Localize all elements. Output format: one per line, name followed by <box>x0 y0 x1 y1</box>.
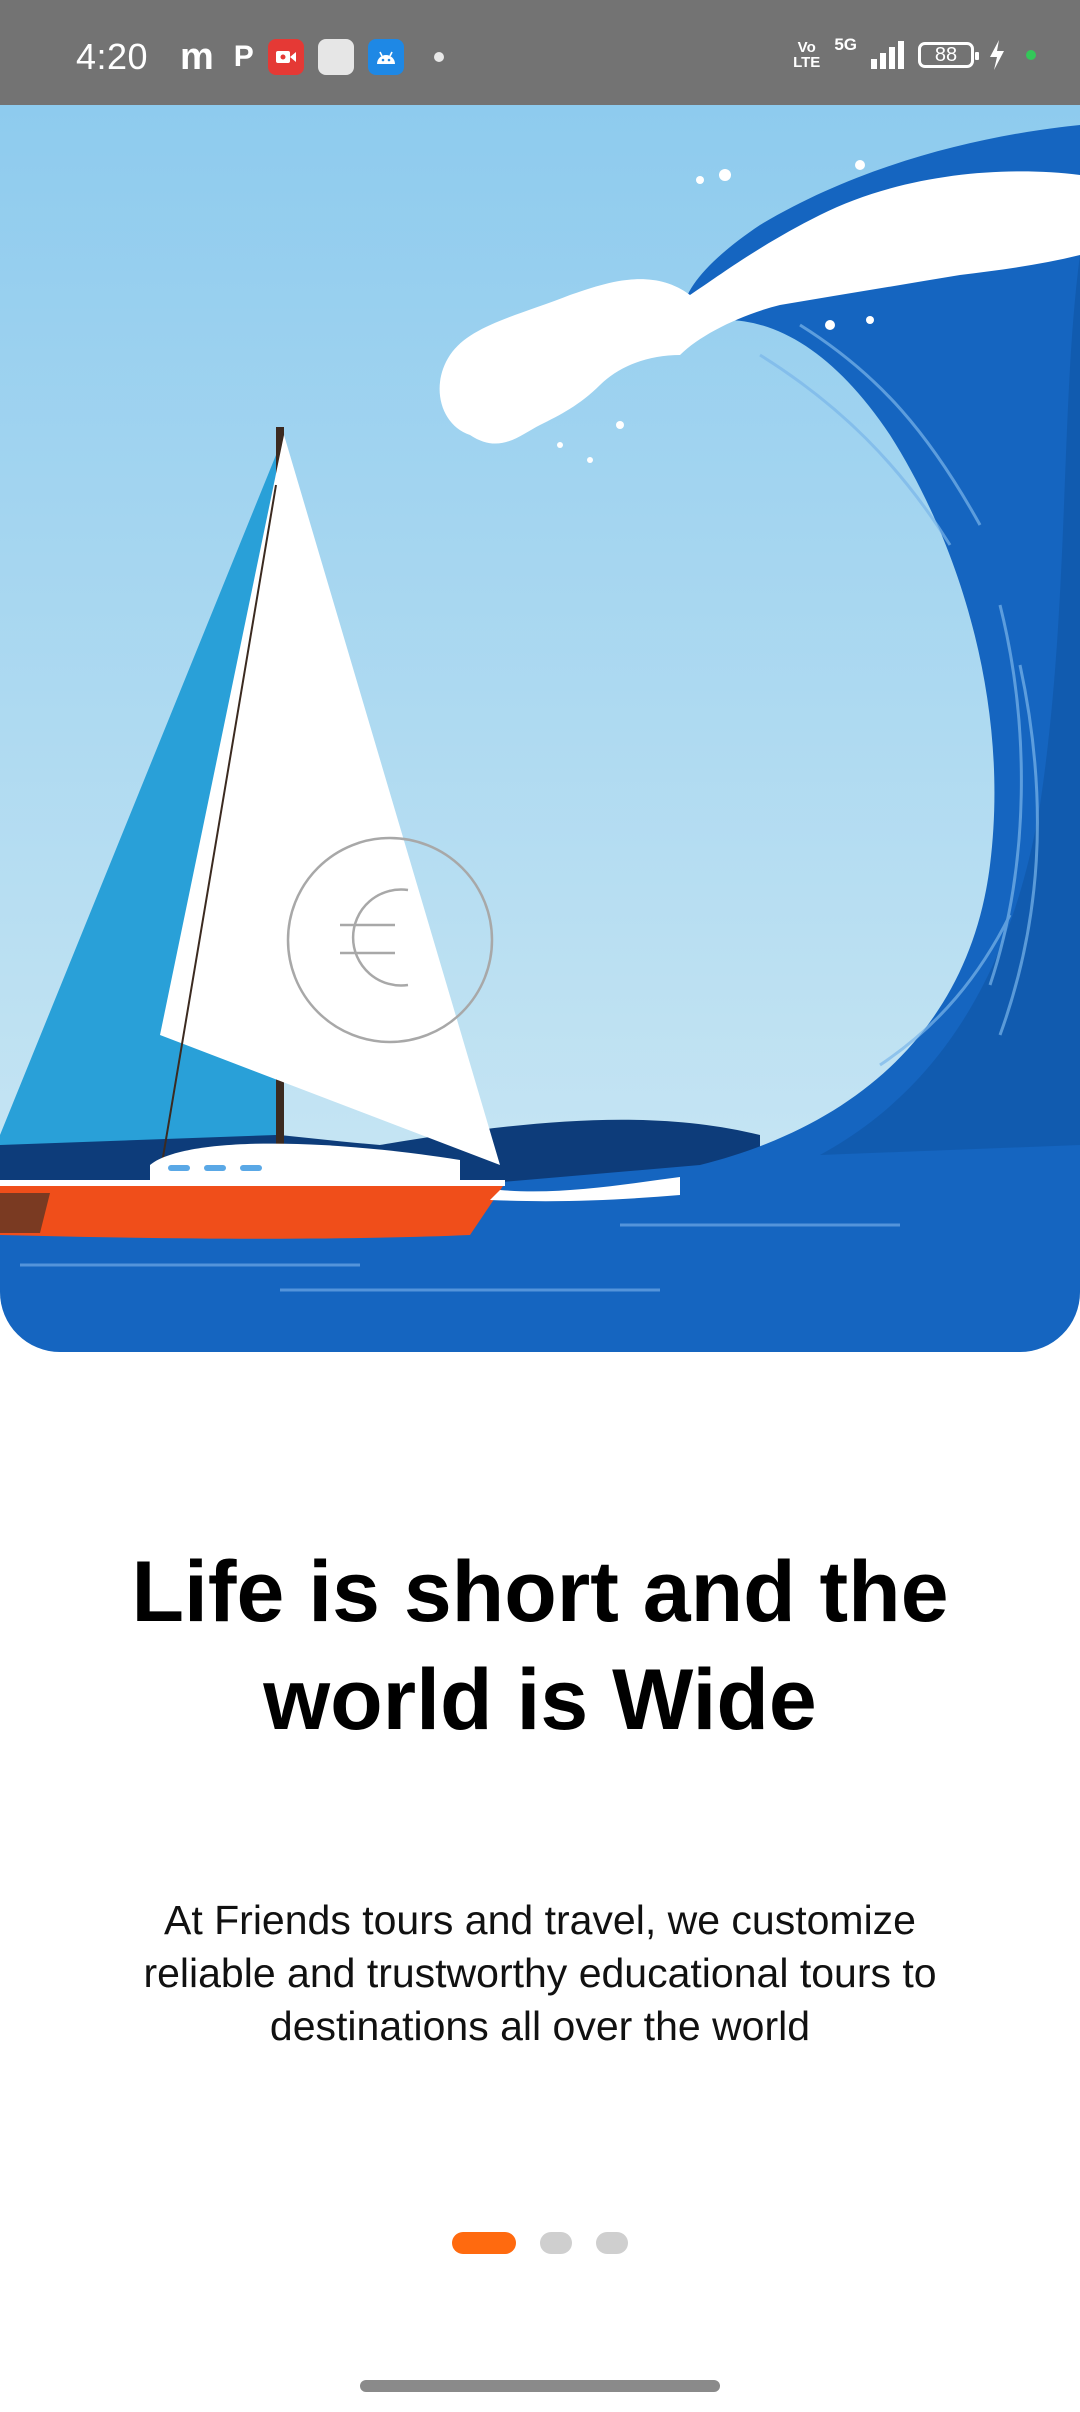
onboarding-illustration <box>0 105 1080 1352</box>
page-indicator <box>0 2232 1080 2254</box>
home-gesture-bar[interactable] <box>360 2380 720 2392</box>
notification-icons: m P <box>180 36 444 78</box>
network-type-label: 5G <box>834 35 857 54</box>
page-indicator-dot-2[interactable] <box>540 2232 572 2254</box>
battery-icon: 88 <box>918 42 979 68</box>
page-indicator-dot-1[interactable] <box>452 2232 516 2254</box>
onboarding-description: At Friends tours and travel, we customiz… <box>143 1897 937 2049</box>
screen-record-icon <box>267 39 304 75</box>
system-icons: Vo LTE 5G 88 <box>793 35 1036 71</box>
boat-hull <box>0 1183 505 1239</box>
status-time: 4:20 <box>76 36 149 77</box>
m-app-icon: m <box>180 36 214 78</box>
square-icon <box>317 39 354 75</box>
battery-level: 88 <box>934 43 958 66</box>
status-bar: 4:20 m P Vo LTE 5G 88 <box>0 0 1080 105</box>
privacy-indicator-dot <box>1026 50 1036 60</box>
signal-strength-icon <box>871 41 904 69</box>
charging-bolt-icon <box>990 40 1004 70</box>
boat-windows <box>168 1165 262 1171</box>
p-app-icon: P <box>233 40 254 73</box>
android-icon <box>367 39 404 75</box>
onboarding-title: Life is short and the world is Wide <box>131 1544 949 1748</box>
more-notifications-dot-icon <box>433 52 444 62</box>
page-indicator-dot-3[interactable] <box>596 2232 628 2254</box>
volte-icon: Vo LTE <box>793 39 821 71</box>
